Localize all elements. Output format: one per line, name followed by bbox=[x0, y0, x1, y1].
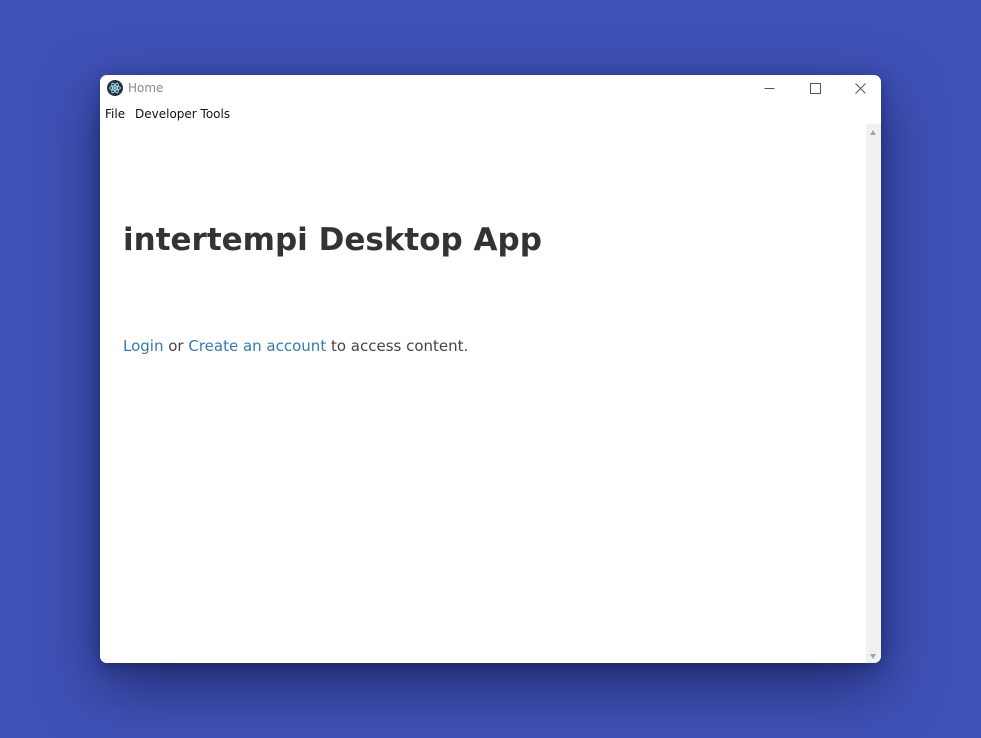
app-window: Home File Developer Tools intertempi Des… bbox=[100, 75, 881, 663]
or-text: or bbox=[163, 337, 189, 355]
vertical-scrollbar[interactable] bbox=[866, 124, 881, 663]
access-suffix-text: to access content. bbox=[326, 337, 469, 355]
minimize-button[interactable] bbox=[746, 75, 792, 102]
page-title: intertempi Desktop App bbox=[123, 222, 542, 258]
window-title: Home bbox=[128, 81, 164, 95]
scroll-down-arrow-icon[interactable] bbox=[870, 654, 876, 659]
login-link[interactable]: Login bbox=[123, 337, 163, 355]
electron-icon bbox=[107, 80, 123, 96]
close-icon bbox=[854, 79, 866, 98]
create-account-link[interactable]: Create an account bbox=[188, 337, 326, 355]
title-bar[interactable]: Home bbox=[100, 75, 881, 102]
access-message: Login or Create an account to access con… bbox=[123, 336, 468, 356]
minimize-icon bbox=[764, 79, 775, 98]
menu-item-developer-tools[interactable]: Developer Tools bbox=[135, 107, 230, 121]
page-content: intertempi Desktop App Login or Create a… bbox=[100, 124, 866, 663]
scroll-up-arrow-icon[interactable] bbox=[870, 130, 876, 135]
maximize-icon bbox=[809, 79, 821, 98]
maximize-button[interactable] bbox=[792, 75, 838, 102]
menu-item-file[interactable]: File bbox=[105, 107, 125, 121]
close-button[interactable] bbox=[837, 75, 881, 102]
menu-bar: File Developer Tools bbox=[100, 104, 881, 122]
